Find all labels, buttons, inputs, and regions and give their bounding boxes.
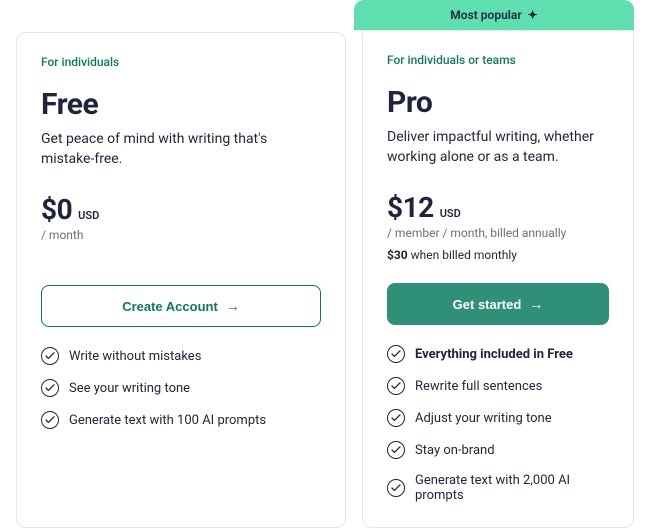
check-icon [41,379,59,397]
check-icon [41,347,59,365]
cta-label: Create Account [122,299,218,314]
arrow-right-icon: → [529,297,543,311]
plan-alt-price: $30 when billed monthly [387,248,609,262]
check-icon [387,441,405,459]
feature-list: Write without mistakes See your writing … [41,347,321,429]
check-icon [387,479,405,497]
feature-item: Generate text with 100 AI prompts [41,411,321,429]
feature-item: Adjust your writing tone [387,409,609,427]
plan-audience: For individuals or teams [387,53,609,67]
get-started-button[interactable]: Get started → [387,283,609,325]
plan-currency: USD [78,209,99,222]
price-block: $0 USD / month [41,193,321,271]
alt-price-amount: $30 [387,248,408,262]
feature-label: Adjust your writing tone [415,411,552,426]
plan-price: $0 [41,193,72,226]
badge-label: Most popular [450,8,521,22]
plan-description: Get peace of mind with writing that's mi… [41,130,321,169]
check-icon [387,377,405,395]
plan-card-free: For individuals Free Get peace of mind w… [16,32,346,528]
feature-item: Everything included in Free [387,345,609,363]
check-icon [387,345,405,363]
feature-label: See your writing tone [69,381,190,396]
alt-price-rest: when billed monthly [408,248,517,262]
feature-item: Stay on-brand [387,441,609,459]
plan-period: / member / month, billed annually [387,226,609,240]
feature-label: Rewrite full sentences [415,379,542,394]
feature-item: See your writing tone [41,379,321,397]
most-popular-badge: Most popular ✦ [354,0,634,30]
check-icon [387,409,405,427]
feature-list: Everything included in Free Rewrite full… [387,345,609,503]
plan-audience: For individuals [41,55,321,69]
check-icon [41,411,59,429]
feature-label: Write without mistakes [69,349,201,364]
plan-pro-wrapper: Most popular ✦ For individuals or teams … [354,0,634,528]
plan-currency: USD [440,207,461,220]
plan-name: Free [41,87,321,122]
plan-price: $12 [387,191,434,224]
feature-label: Stay on-brand [415,443,495,458]
create-account-button[interactable]: Create Account → [41,285,321,327]
feature-label: Generate text with 2,000 AI prompts [415,473,609,503]
plan-period: / month [41,228,321,242]
arrow-right-icon: → [226,299,240,313]
pricing-container: For individuals Free Get peace of mind w… [0,0,650,528]
feature-label: Generate text with 100 AI prompts [69,413,266,428]
plan-name: Pro [387,85,609,120]
sparkle-icon: ✦ [528,8,538,22]
feature-item: Generate text with 2,000 AI prompts [387,473,609,503]
plan-description: Deliver impactful writing, whether worki… [387,128,609,167]
price-block: $12 USD / member / month, billed annuall… [387,191,609,269]
feature-item: Write without mistakes [41,347,321,365]
plan-card-pro: For individuals or teams Pro Deliver imp… [362,30,634,528]
feature-label: Everything included in Free [415,347,573,362]
feature-item: Rewrite full sentences [387,377,609,395]
cta-label: Get started [453,297,522,312]
